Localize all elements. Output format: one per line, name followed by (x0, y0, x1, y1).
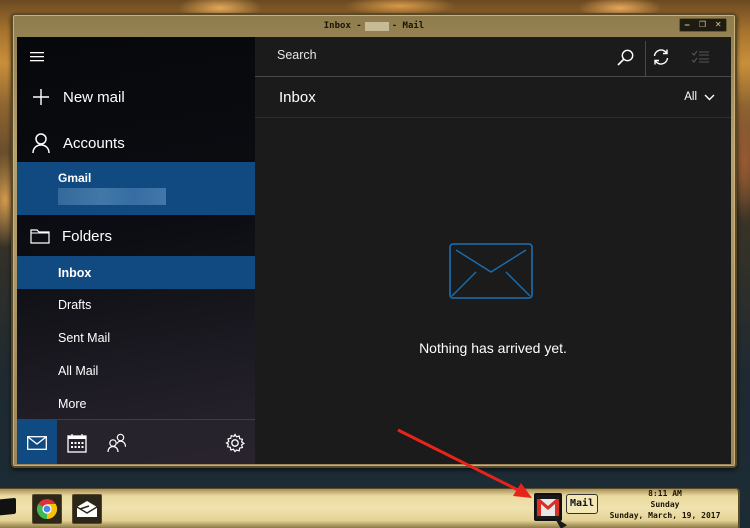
hamburger-button[interactable] (17, 47, 255, 67)
search-input[interactable] (277, 48, 577, 62)
checklist-icon (691, 50, 709, 63)
clock-time: 8:11 AM (648, 489, 682, 498)
mail-app-taskbar-button[interactable] (72, 494, 102, 524)
folder-title: Inbox (279, 89, 316, 106)
mail-app-icon (76, 501, 98, 517)
window-title: Inbox - - Mail (324, 21, 424, 31)
settings-button[interactable] (215, 420, 255, 464)
chrome-taskbar-button[interactable] (32, 494, 62, 524)
search-icon (616, 49, 633, 66)
account-name: Gmail (58, 171, 92, 185)
new-mail-button[interactable]: New mail (17, 85, 255, 109)
search-button[interactable] (613, 45, 637, 69)
folder-label: Drafts (58, 297, 92, 312)
message-list-pane: Inbox All Nothing has arrived yet. (255, 37, 731, 464)
folder-label: More (58, 396, 87, 411)
taskbar: Mail 8:11 AM Sunday Sunday, March, 19, 2… (0, 488, 740, 528)
window-controls: ‒ ❐ ✕ (679, 18, 727, 32)
mail-icon (27, 435, 47, 450)
minimize-button[interactable]: ‒ (684, 21, 690, 29)
restore-button[interactable]: ❐ (699, 21, 706, 29)
empty-envelope-icon (449, 243, 533, 299)
new-mail-label: New mail (63, 88, 125, 106)
search-bar (255, 37, 731, 77)
mail-window: Inbox - - Mail ‒ ❐ ✕ New mail Accounts G… (11, 13, 737, 468)
folder-label: Inbox (58, 265, 92, 280)
accounts-label: Accounts (63, 134, 125, 152)
mail-tooltip: Mail (566, 494, 599, 514)
folder-icon (30, 226, 50, 246)
empty-state-message: Nothing has arrived yet. (419, 340, 567, 356)
folders-label: Folders (62, 227, 113, 245)
folder-item-all-mail[interactable]: All Mail (17, 354, 255, 387)
folder-label: Sent Mail (58, 330, 111, 345)
sync-icon (653, 49, 669, 65)
folder-label: All Mail (58, 363, 99, 378)
chevron-down-icon (704, 94, 715, 100)
clock-date: Sunday, March, 19, 2017 (609, 511, 721, 520)
accounts-button[interactable]: Accounts (17, 131, 255, 155)
folder-header: Inbox All (255, 78, 731, 118)
filter-label: All (684, 91, 697, 103)
sync-button[interactable] (648, 45, 674, 69)
account-item-gmail[interactable]: Gmail (17, 162, 255, 215)
title-suffix: - Mail (391, 21, 425, 31)
chrome-icon (36, 499, 58, 520)
app-client-area: New mail Accounts Gmail Folders Inbox Dr… (17, 37, 731, 464)
hamburger-icon (30, 52, 44, 62)
title-bar[interactable]: Inbox - - Mail ‒ ❐ ✕ (13, 15, 735, 37)
settings-icon (225, 432, 245, 452)
selection-mode-button[interactable] (687, 45, 713, 69)
folder-item-drafts[interactable]: Drafts (17, 288, 255, 321)
title-prefix: Inbox - (323, 21, 362, 31)
person-icon (31, 133, 51, 153)
calendar-icon (67, 433, 87, 453)
people-icon (107, 433, 127, 452)
folder-item-inbox[interactable]: Inbox (17, 256, 255, 289)
gmail-icon (537, 498, 559, 516)
redacted-email (58, 188, 166, 205)
plus-icon (31, 87, 51, 107)
folders-button[interactable]: Folders (17, 224, 255, 248)
navigation-pane: New mail Accounts Gmail Folders Inbox Dr… (17, 37, 255, 464)
calendar-switch-button[interactable] (57, 420, 97, 464)
folder-item-more[interactable]: More (17, 387, 255, 420)
app-switcher-bar (17, 419, 255, 464)
folder-item-sent-mail[interactable]: Sent Mail (17, 321, 255, 354)
redacted-account (364, 21, 389, 31)
people-switch-button[interactable] (97, 420, 137, 464)
toolbar-divider (645, 41, 646, 77)
mail-switch-button[interactable] (17, 420, 57, 464)
desktop-icon[interactable] (0, 497, 16, 517)
system-clock[interactable]: 8:11 AM Sunday Sunday, March, 19, 2017 (600, 488, 730, 521)
clock-day: Sunday (650, 500, 680, 509)
filter-dropdown[interactable]: All (684, 91, 715, 103)
close-button[interactable]: ✕ (715, 21, 722, 29)
